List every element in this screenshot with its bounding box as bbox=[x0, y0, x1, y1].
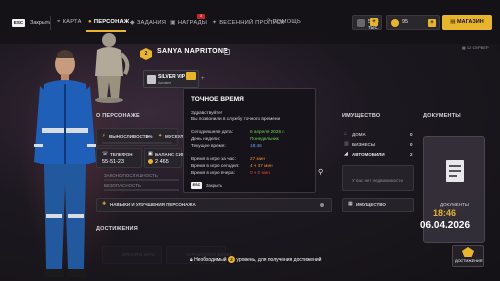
close-label[interactable]: Закрыть bbox=[30, 20, 51, 26]
tab-quests[interactable]: ◆ ЗАДАНИЯ bbox=[130, 19, 166, 26]
property-cars-count: 2 bbox=[410, 152, 413, 157]
quest-icon: ◆ bbox=[130, 20, 135, 26]
phone-icon: ☏ bbox=[102, 151, 109, 157]
dialog-title: ТОЧНОЕ ВРЕМЯ bbox=[191, 96, 244, 103]
rewards-badge: 3 bbox=[197, 14, 205, 19]
dialog-greeting-sub: Вы позвонили в службу точного времени bbox=[191, 116, 281, 121]
stamina-bar bbox=[102, 142, 172, 144]
yesterday-playtime-label: Время в игре вчера: bbox=[191, 170, 235, 175]
property-cars-label[interactable]: АВТОМОБИЛИ bbox=[352, 152, 385, 157]
tab-map[interactable]: ⌖ КАРТА bbox=[57, 19, 82, 26]
documents-label: ДОКУМЕНТЫ bbox=[440, 202, 469, 207]
dialog-close-label[interactable]: Закрыть bbox=[206, 183, 222, 188]
sim-value: 2 465 bbox=[155, 159, 169, 165]
level-icon: 2 bbox=[227, 256, 235, 263]
achievement-requirement: 🔒︎ Необходимый 2 уровень, для получения … bbox=[190, 256, 322, 263]
cash-icon bbox=[357, 19, 365, 27]
edit-icon[interactable] bbox=[224, 49, 230, 55]
clock-time[interactable]: 18:46 bbox=[433, 208, 456, 218]
safety-bar bbox=[104, 189, 179, 191]
weekday-label: День недели: bbox=[191, 136, 221, 141]
current-time-value: 18:46 bbox=[250, 143, 262, 148]
law-bar bbox=[104, 179, 179, 181]
clock-date: 06.04.2026 bbox=[420, 220, 471, 231]
shop-button[interactable]: ▤ МАГАЗИН bbox=[442, 15, 492, 30]
help-icon: ? bbox=[267, 19, 271, 25]
property-business-label[interactable]: БИЗНЕСЫ bbox=[352, 142, 375, 147]
property-houses-label[interactable]: ДОМА bbox=[352, 132, 366, 137]
add-money-button[interactable]: + bbox=[370, 18, 378, 26]
document-icon bbox=[446, 160, 464, 182]
avatar bbox=[95, 33, 130, 103]
achievement-time-label: ВРЕМЯ В ИГРЕ bbox=[122, 252, 156, 257]
hour-playtime-value: 27 мин bbox=[250, 156, 265, 161]
car-icon: ◢ bbox=[344, 151, 348, 157]
about-section-title: О ПЕРСОНАЖЕ bbox=[96, 113, 140, 119]
property-icon: ▦ bbox=[348, 201, 353, 207]
property-business-count: 0 bbox=[410, 142, 413, 147]
achievements-button-label: ДОСТИЖЕНИЯ bbox=[455, 259, 483, 263]
date-label: Сегодняшняя дата: bbox=[191, 129, 233, 134]
gift-icon: ▣ bbox=[170, 20, 176, 26]
phone-value: 55-51-23 bbox=[102, 159, 125, 165]
property-houses-count: 0 bbox=[410, 132, 413, 137]
tab-character[interactable]: ● ПЕРСОНАЖ bbox=[88, 19, 129, 25]
server-label: ▦ 12 СЕРВЕР bbox=[462, 45, 489, 50]
stamina-icon: ⚡ bbox=[102, 133, 106, 139]
pass-icon: ✦ bbox=[212, 20, 218, 26]
current-time-label: Текущее время: bbox=[191, 143, 226, 148]
phone-label: ТЕЛЕФОН bbox=[110, 152, 133, 157]
stamina-label: ВЫНОСЛИВОСТЬ bbox=[109, 134, 149, 139]
property-empty-text: У вас нет недвижимости bbox=[352, 178, 403, 183]
law-label: ЗАКОНОПОСЛУШНОСТЬ bbox=[104, 173, 158, 178]
property-title: ИМУЩЕСТВО bbox=[342, 113, 381, 119]
achievements-preview: ВРЕМЯ В ИГРЕ ЗАРАБОТАНО ДЕНЕГ bbox=[96, 240, 332, 270]
property-button-label: ИМУЩЕСТВО bbox=[356, 202, 386, 207]
today-playtime-label: Время в игре сегодня: bbox=[191, 163, 240, 168]
vip-tag-icon bbox=[186, 72, 196, 80]
coins-counter: 95 + bbox=[386, 15, 440, 30]
add-coins-button[interactable]: + bbox=[428, 19, 436, 27]
safety-label: БЕЗОПАСНОСТЬ bbox=[104, 183, 141, 188]
location-pin-icon: ⚲ bbox=[318, 169, 324, 176]
level-badge: 2 bbox=[140, 48, 152, 60]
sim-icon: ▣ bbox=[148, 151, 153, 157]
achievements-title: ДОСТИЖЕНИЯ bbox=[96, 226, 138, 232]
tab-help[interactable]: ? ПОМОЩЬ bbox=[267, 19, 301, 25]
dialog-esc-key-icon[interactable]: ESC bbox=[191, 182, 202, 189]
dialog-greeting: Здравствуйте! bbox=[191, 110, 223, 115]
business-icon: ▥ bbox=[344, 141, 349, 147]
today-playtime-value: 4 ч 37 мин bbox=[250, 163, 273, 168]
person-icon: ● bbox=[88, 19, 92, 25]
vip-icon bbox=[147, 75, 156, 84]
hour-playtime-label: Время в игре за час: bbox=[191, 156, 236, 161]
documents-title: ДОКУМЕНТЫ bbox=[423, 113, 461, 119]
house-icon: ⌂ bbox=[344, 131, 348, 137]
stamina-value: 0% bbox=[146, 134, 153, 139]
coin-icon bbox=[391, 19, 399, 27]
skills-dot-icon bbox=[320, 203, 324, 207]
esc-key-icon[interactable]: ESC bbox=[12, 19, 25, 27]
date-value: 6 апреля 2026 г. bbox=[250, 129, 285, 134]
map-icon: ⌖ bbox=[57, 19, 61, 25]
sim-coin-icon bbox=[148, 159, 153, 164]
nav-divider bbox=[50, 16, 51, 30]
skills-icon: ✚ bbox=[102, 201, 107, 207]
weekday-value: Понедельник bbox=[250, 136, 279, 141]
player-name: SANYA NAPRITONE bbox=[157, 48, 229, 55]
tab-rewards[interactable]: ▣ НАГРАДЫ bbox=[170, 19, 207, 26]
muscle-icon: ✦ bbox=[158, 133, 163, 139]
skills-label: НАВЫКИ И УЛУЧШЕНИЯ ПЕРСОНАЖА bbox=[110, 202, 196, 207]
add-status-icon[interactable]: + bbox=[201, 76, 205, 82]
yesterday-playtime-value: 0 ч 0 мин bbox=[250, 170, 270, 175]
